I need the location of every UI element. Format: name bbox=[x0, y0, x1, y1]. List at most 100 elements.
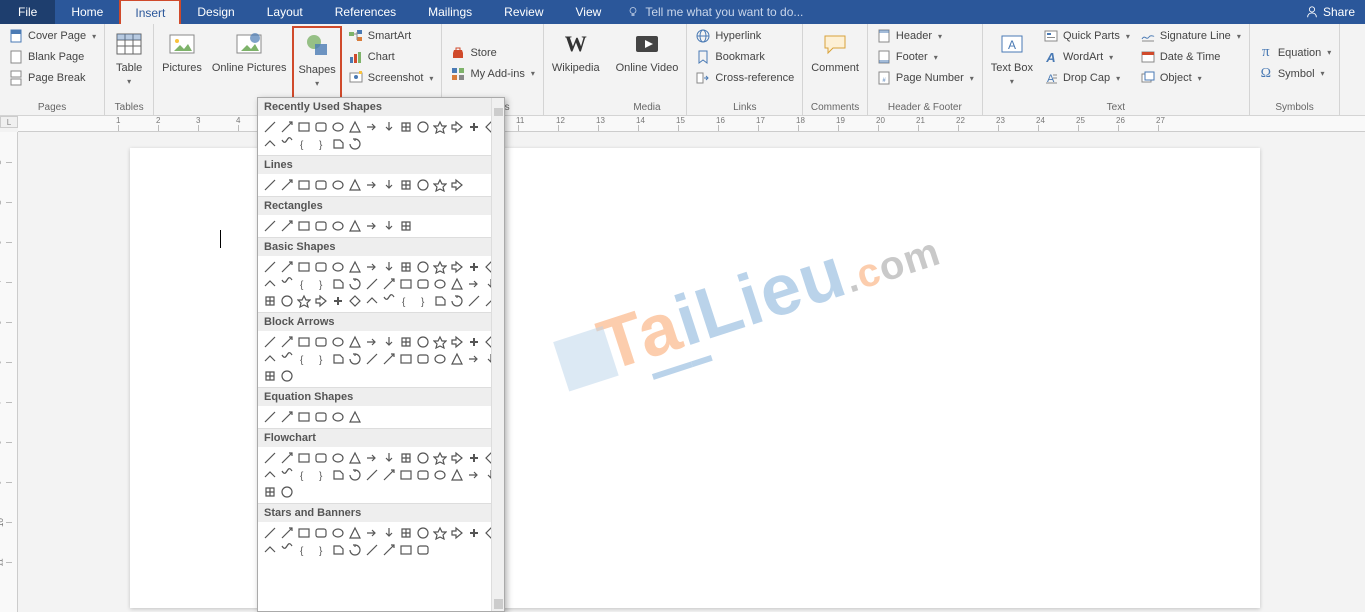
shape-item[interactable] bbox=[330, 525, 346, 541]
shape-item[interactable] bbox=[313, 293, 329, 309]
my-addins-button[interactable]: My Add-ins▾ bbox=[446, 64, 538, 84]
header-button[interactable]: Header▾ bbox=[872, 26, 978, 46]
shape-item[interactable] bbox=[432, 293, 448, 309]
shape-item[interactable] bbox=[279, 467, 295, 483]
tab-layout[interactable]: Layout bbox=[251, 0, 319, 24]
shape-item[interactable] bbox=[347, 119, 363, 135]
shape-item[interactable] bbox=[449, 450, 465, 466]
shape-item[interactable] bbox=[347, 136, 363, 152]
shape-item[interactable]: } bbox=[313, 351, 329, 367]
tab-file[interactable]: File bbox=[0, 0, 55, 24]
shape-item[interactable] bbox=[279, 484, 295, 500]
share-button[interactable]: Share bbox=[1305, 5, 1355, 19]
pictures-button[interactable]: Pictures bbox=[158, 26, 206, 100]
shape-item[interactable] bbox=[313, 409, 329, 425]
tab-mailings[interactable]: Mailings bbox=[412, 0, 488, 24]
shape-item[interactable] bbox=[313, 259, 329, 275]
shape-item[interactable] bbox=[398, 218, 414, 234]
shape-item[interactable] bbox=[415, 467, 431, 483]
shape-item[interactable] bbox=[347, 218, 363, 234]
shape-item[interactable] bbox=[466, 525, 482, 541]
shape-item[interactable] bbox=[279, 542, 295, 558]
shape-item[interactable] bbox=[364, 450, 380, 466]
tab-insert[interactable]: Insert bbox=[119, 0, 181, 24]
shape-item[interactable] bbox=[279, 450, 295, 466]
shape-item[interactable] bbox=[279, 119, 295, 135]
wordart-button[interactable]: AWordArt▾ bbox=[1039, 47, 1134, 67]
shape-item[interactable] bbox=[449, 334, 465, 350]
shape-item[interactable] bbox=[432, 276, 448, 292]
shape-item[interactable] bbox=[262, 259, 278, 275]
shape-item[interactable] bbox=[330, 351, 346, 367]
shape-item[interactable] bbox=[279, 525, 295, 541]
shape-item[interactable] bbox=[415, 259, 431, 275]
shape-item[interactable] bbox=[262, 450, 278, 466]
shape-item[interactable] bbox=[364, 119, 380, 135]
shape-item[interactable] bbox=[398, 467, 414, 483]
ruler-vertical[interactable]: 1234567891011 bbox=[0, 132, 18, 612]
shape-item[interactable] bbox=[364, 525, 380, 541]
shape-item[interactable] bbox=[466, 293, 482, 309]
shape-item[interactable] bbox=[432, 351, 448, 367]
quickparts-button[interactable]: Quick Parts▾ bbox=[1039, 26, 1134, 46]
shape-item[interactable] bbox=[415, 334, 431, 350]
tab-view[interactable]: View bbox=[560, 0, 618, 24]
shape-item[interactable] bbox=[347, 334, 363, 350]
tab-design[interactable]: Design bbox=[181, 0, 250, 24]
equation-button[interactable]: πEquation▾ bbox=[1254, 43, 1335, 63]
shape-item[interactable]: { bbox=[398, 293, 414, 309]
shape-item[interactable] bbox=[296, 259, 312, 275]
shape-item[interactable] bbox=[296, 177, 312, 193]
shape-item[interactable] bbox=[415, 177, 431, 193]
shape-item[interactable] bbox=[415, 351, 431, 367]
shape-item[interactable] bbox=[398, 351, 414, 367]
shape-item[interactable] bbox=[347, 409, 363, 425]
shape-item[interactable] bbox=[398, 276, 414, 292]
shape-item[interactable] bbox=[262, 293, 278, 309]
shape-item[interactable] bbox=[449, 119, 465, 135]
shape-item[interactable] bbox=[347, 351, 363, 367]
shape-item[interactable] bbox=[313, 177, 329, 193]
ruler-horizontal[interactable]: 1234567891011121314151617181920212223242… bbox=[18, 116, 1365, 132]
shape-item[interactable]: } bbox=[313, 276, 329, 292]
shape-item[interactable] bbox=[347, 177, 363, 193]
sigline-button[interactable]: Signature Line▾ bbox=[1136, 26, 1245, 46]
shape-item[interactable] bbox=[415, 525, 431, 541]
shape-item[interactable]: { bbox=[296, 276, 312, 292]
shape-item[interactable] bbox=[279, 351, 295, 367]
shape-item[interactable] bbox=[262, 119, 278, 135]
shape-item[interactable] bbox=[398, 542, 414, 558]
shape-item[interactable] bbox=[313, 525, 329, 541]
shape-item[interactable] bbox=[466, 276, 482, 292]
screenshot-button[interactable]: Screenshot▾ bbox=[344, 68, 438, 88]
shape-item[interactable] bbox=[449, 351, 465, 367]
shape-item[interactable] bbox=[381, 450, 397, 466]
tab-review[interactable]: Review bbox=[488, 0, 559, 24]
store-button[interactable]: Store bbox=[446, 43, 538, 63]
cover-page-button[interactable]: Cover Page▾ bbox=[4, 26, 100, 46]
shape-item[interactable] bbox=[313, 334, 329, 350]
shape-item[interactable] bbox=[330, 542, 346, 558]
shape-item[interactable] bbox=[347, 293, 363, 309]
shape-item[interactable] bbox=[449, 259, 465, 275]
shapes-scrollbar[interactable] bbox=[491, 98, 504, 611]
shape-item[interactable] bbox=[330, 450, 346, 466]
shape-item[interactable] bbox=[279, 276, 295, 292]
shape-item[interactable] bbox=[364, 276, 380, 292]
shape-item[interactable] bbox=[381, 218, 397, 234]
shape-item[interactable] bbox=[466, 467, 482, 483]
shape-item[interactable]: { bbox=[296, 136, 312, 152]
shape-item[interactable] bbox=[364, 218, 380, 234]
shape-item[interactable] bbox=[432, 259, 448, 275]
shape-item[interactable] bbox=[364, 293, 380, 309]
shape-item[interactable] bbox=[262, 542, 278, 558]
shape-item[interactable] bbox=[262, 351, 278, 367]
shape-item[interactable] bbox=[381, 276, 397, 292]
shape-item[interactable] bbox=[330, 119, 346, 135]
shape-item[interactable] bbox=[279, 177, 295, 193]
shapes-button[interactable]: Shapes▾ bbox=[292, 26, 341, 100]
shape-item[interactable] bbox=[262, 334, 278, 350]
shape-item[interactable] bbox=[279, 293, 295, 309]
shape-item[interactable] bbox=[296, 119, 312, 135]
shape-item[interactable] bbox=[330, 259, 346, 275]
